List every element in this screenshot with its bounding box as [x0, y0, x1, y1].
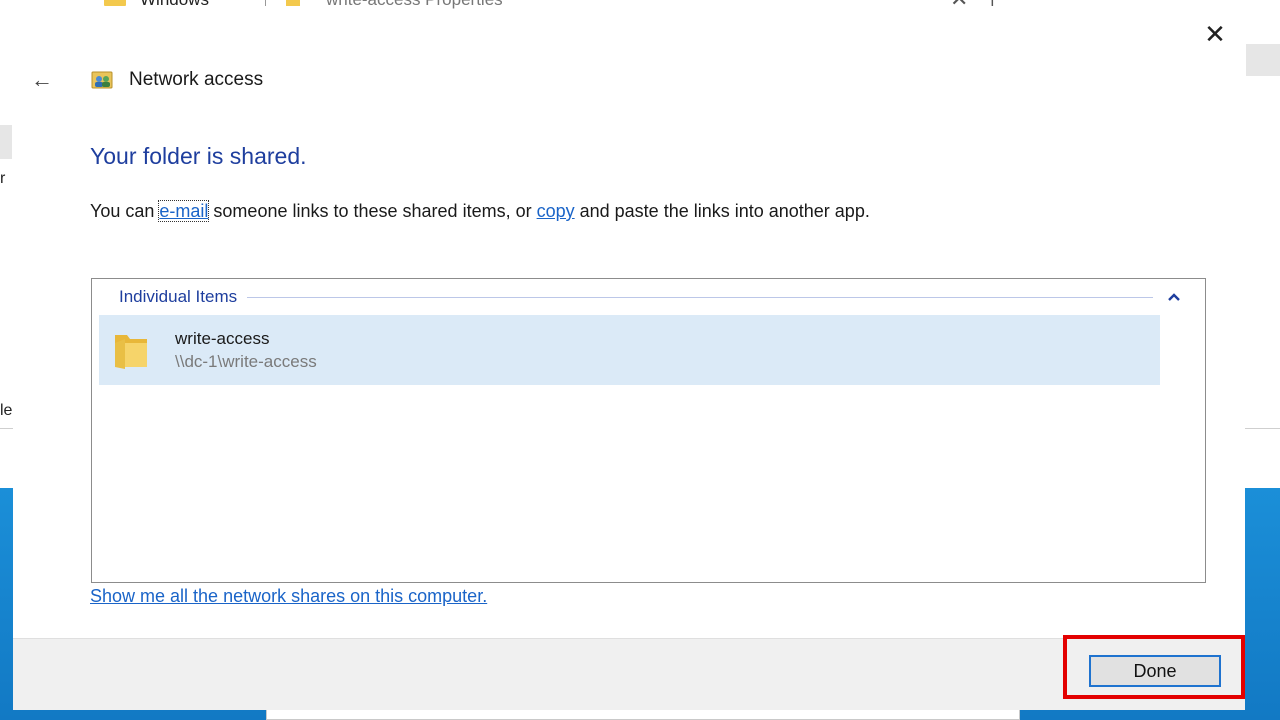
share-description: You can e-mail someone links to these sh…: [90, 200, 870, 222]
group-label: Individual Items: [119, 287, 238, 306]
network-access-dialog: ✕ ← Network access Your folder is shared…: [13, 10, 1245, 710]
background-window-title: Windows: [140, 0, 209, 10]
background-text-fragment: le: [0, 402, 13, 419]
shared-items-list: Individual Items write-access \\dc-1\wri…: [91, 278, 1206, 583]
close-button[interactable]: ✕: [1200, 19, 1230, 49]
dialog-header-title: Network access: [129, 69, 264, 90]
copy-link[interactable]: copy: [537, 201, 575, 221]
back-button[interactable]: ←: [27, 66, 57, 94]
done-button[interactable]: Done: [1089, 655, 1221, 687]
close-icon: ✕: [1204, 18, 1226, 49]
chevron-up-icon: [1168, 293, 1180, 301]
background-right-strip: [1246, 44, 1280, 76]
background-titlebar-fragment: |: [990, 0, 995, 7]
folder-icon: [286, 0, 300, 6]
group-collapse-button[interactable]: [1161, 287, 1187, 307]
back-arrow-icon: ←: [31, 67, 53, 92]
background-left-strip: [0, 125, 12, 159]
email-link[interactable]: e-mail: [158, 200, 210, 222]
folder-icon: [115, 335, 147, 369]
folder-icon: [104, 0, 126, 6]
dialog-footer: Done: [13, 635, 1245, 710]
group-header: Individual Items: [119, 285, 1187, 309]
network-users-icon: [91, 71, 113, 89]
background-properties-title: write-access Properties: [326, 0, 503, 10]
show-network-shares-link[interactable]: Show me all the network shares on this c…: [90, 586, 487, 607]
item-path: \\dc-1\write-access: [175, 352, 317, 371]
background-text-fragment: r: [0, 170, 6, 187]
item-name: write-access: [175, 329, 270, 348]
page-title: Your folder is shared.: [90, 143, 307, 169]
list-item[interactable]: write-access \\dc-1\write-access: [99, 315, 1160, 385]
